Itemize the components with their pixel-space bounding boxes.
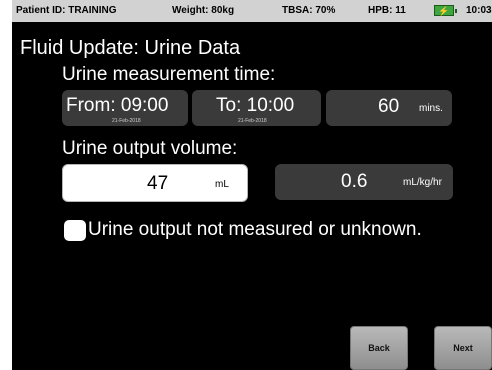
next-button[interactable]: Next: [434, 326, 492, 370]
to-date: 21-Feb-2018: [238, 118, 267, 124]
patient-tbsa: TBSA: 70%: [282, 5, 336, 16]
device-screen: Patient ID: TRAINING Weight: 80kg TBSA: …: [12, 0, 492, 370]
output-volume-label: Urine output volume:: [62, 138, 238, 159]
not-measured-checkbox[interactable]: [64, 220, 86, 241]
status-bar: Patient ID: TRAINING Weight: 80kg TBSA: …: [12, 0, 492, 22]
urine-volume-input[interactable]: 47 mL: [62, 164, 248, 202]
patient-weight: Weight: 80kg: [172, 5, 235, 16]
measurement-time-label: Urine measurement time:: [62, 64, 276, 85]
urine-volume-unit: mL: [215, 179, 229, 190]
clock: 10:03: [466, 5, 492, 16]
from-time-value: From: 09:00: [66, 95, 169, 116]
to-time-button[interactable]: To: 10:00 21-Feb-2018: [192, 90, 321, 126]
page-title: Fluid Update: Urine Data: [20, 37, 241, 59]
duration-value: 60: [378, 96, 400, 117]
urine-volume-value: 47: [147, 173, 169, 194]
battery-icon: ⚡: [434, 5, 457, 16]
not-measured-label[interactable]: Urine output not measured or unknown.: [88, 219, 422, 241]
patient-id: Patient ID: TRAINING: [16, 5, 117, 16]
patient-hpb: HPB: 11: [368, 5, 406, 16]
duration-unit: mins.: [419, 103, 443, 114]
back-button[interactable]: Back: [350, 326, 408, 370]
from-date: 21-Feb-2018: [112, 118, 141, 124]
to-time-value: To: 10:00: [216, 95, 295, 116]
urine-rate-display: 0.6 mL/kg/hr: [275, 164, 453, 200]
from-time-button[interactable]: From: 09:00 21-Feb-2018: [62, 90, 188, 126]
urine-rate-unit: mL/kg/hr: [403, 177, 442, 188]
duration-display: 60 mins.: [326, 90, 452, 126]
urine-rate-value: 0.6: [341, 171, 368, 192]
